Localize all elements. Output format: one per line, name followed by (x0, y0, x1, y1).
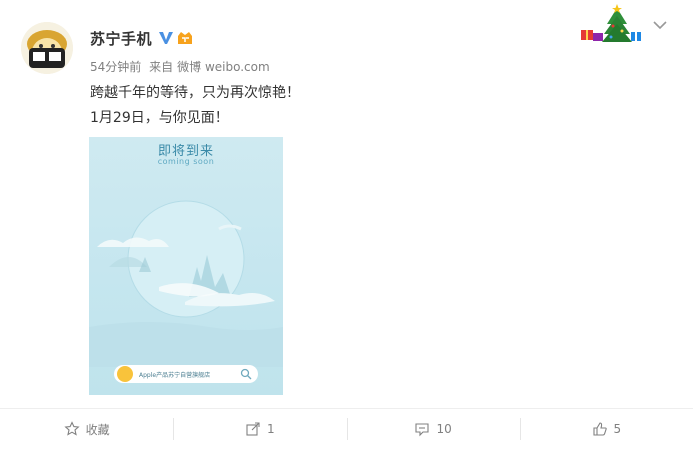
post-meta: 54分钟前 来自 微博 weibo.com (90, 58, 274, 75)
like-button[interactable]: 5 (519, 409, 693, 449)
repost-count: 1 (267, 422, 275, 436)
comment-button[interactable]: 10 (346, 409, 520, 449)
post-text-line-2: 1月29日，与你见面！ (90, 110, 229, 126)
action-bar: 收藏 1 10 5 (0, 409, 693, 449)
repost-button[interactable]: 1 (173, 409, 346, 449)
avatar[interactable] (21, 22, 73, 74)
chevron-down-icon[interactable] (651, 18, 669, 32)
post-time[interactable]: 54分钟前 (90, 60, 141, 74)
comment-icon (415, 423, 430, 437)
post-text-line-1: 跨越千年的等待，只为再次惊艳！ (90, 85, 300, 101)
poster-subtitle: coming soon (157, 157, 215, 166)
source-prefix: 来自 (149, 60, 174, 74)
store-search-bar[interactable]: Apple产品苏宁自营旗舰店 (114, 365, 258, 383)
username[interactable]: 苏宁手机 (90, 28, 152, 49)
name-row: 苏宁手机 (90, 28, 194, 48)
favorite-button[interactable]: 收藏 (0, 409, 173, 449)
post-source[interactable]: 微博 weibo.com (177, 60, 270, 74)
like-count: 5 (613, 422, 622, 436)
favorite-label: 收藏 (85, 422, 110, 437)
verified-icon (159, 32, 174, 44)
star-icon (64, 421, 80, 436)
vip-icon[interactable] (176, 30, 194, 46)
post-image[interactable]: 即将到来 coming soon Apple产品苏宁自营旗舰店 (89, 137, 283, 395)
christmas-decoration (581, 4, 641, 42)
store-bar-text: Apple产品苏宁自营旗舰店 (139, 371, 211, 379)
weibo-post-card: 苏宁手机 54分钟前 来自 微博 weibo.com 跨越千年的等待，只为再次惊艳… (0, 0, 693, 449)
store-logo-icon (117, 366, 133, 382)
comment-count: 10 (436, 422, 452, 436)
landscape-illustration (89, 200, 283, 367)
search-icon[interactable] (240, 368, 252, 380)
repost-icon (246, 422, 260, 436)
like-icon (592, 422, 607, 436)
